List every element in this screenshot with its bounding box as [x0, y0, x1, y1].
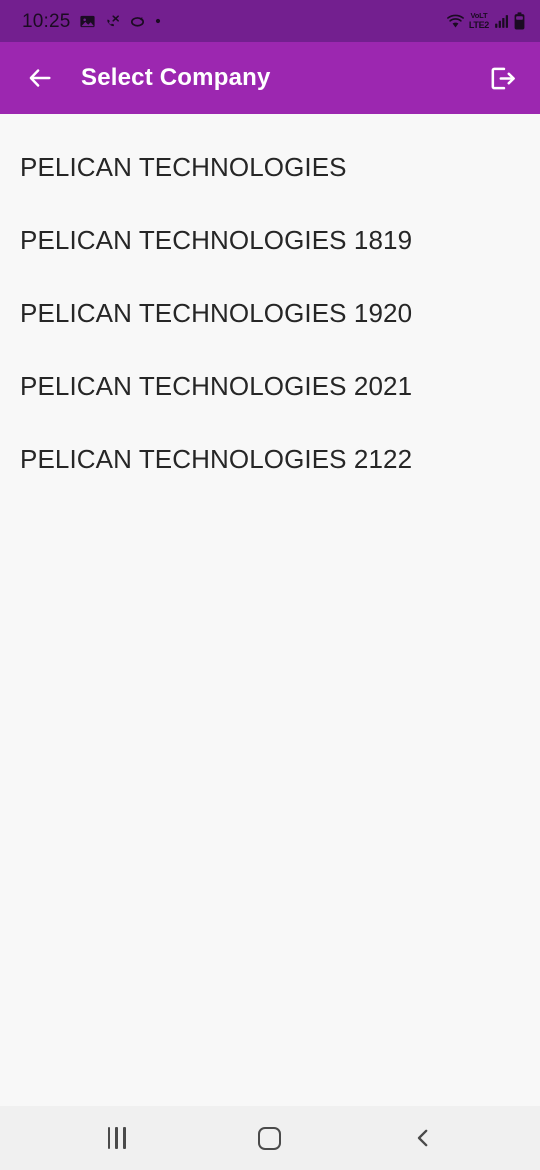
volte-label-bottom: LTE2 [468, 19, 489, 30]
signal-icon [495, 14, 509, 28]
status-bar-left: 10:25 [22, 12, 162, 31]
back-button[interactable] [18, 56, 62, 100]
missed-call-icon [106, 14, 119, 26]
phone-screen: 10:25 VoLT LTE2 Select Company PELICAN T… [0, 0, 540, 1170]
image-icon [79, 15, 95, 27]
dot-icon [155, 18, 160, 24]
logout-icon [491, 67, 515, 89]
company-name: PELICAN TECHNOLOGIES 2021 [20, 371, 413, 401]
status-bar-right: VoLT LTE2 [446, 12, 526, 31]
list-item[interactable]: PELICAN TECHNOLOGIES [0, 131, 540, 204]
home-icon [258, 1126, 282, 1150]
status-bar: 10:25 VoLT LTE2 [0, 0, 540, 42]
app-bar: Select Company [0, 42, 540, 114]
company-name: PELICAN TECHNOLOGIES 2122 [20, 444, 413, 474]
page-title: Select Company [81, 64, 271, 91]
recents-icon [107, 1127, 126, 1149]
list-item[interactable]: PELICAN TECHNOLOGIES 1920 [0, 277, 540, 350]
list-item[interactable]: PELICAN TECHNOLOGIES 2122 [0, 423, 540, 496]
battery-icon [514, 12, 525, 30]
list-item[interactable]: PELICAN TECHNOLOGIES 1819 [0, 204, 540, 277]
volte-label-top: VoLT [470, 11, 488, 21]
recents-button[interactable] [81, 1106, 153, 1170]
company-list: PELICAN TECHNOLOGIES PELICAN TECHNOLOGIE… [0, 114, 540, 1106]
list-item[interactable]: PELICAN TECHNOLOGIES 2021 [0, 350, 540, 423]
system-back-button[interactable] [387, 1106, 459, 1170]
system-navigation-bar [0, 1106, 540, 1170]
arrow-left-icon [29, 69, 51, 87]
company-name: PELICAN TECHNOLOGIES [20, 152, 347, 182]
chevron-left-icon [418, 1129, 428, 1147]
company-name: PELICAN TECHNOLOGIES 1920 [20, 298, 413, 328]
status-clock: 10:25 [22, 10, 71, 32]
logout-button[interactable] [480, 56, 524, 100]
link-icon [130, 16, 144, 27]
home-button[interactable] [234, 1106, 306, 1170]
wifi-icon [446, 14, 464, 27]
company-name: PELICAN TECHNOLOGIES 1819 [20, 225, 413, 255]
volte-icon: VoLT LTE2 [469, 12, 489, 30]
